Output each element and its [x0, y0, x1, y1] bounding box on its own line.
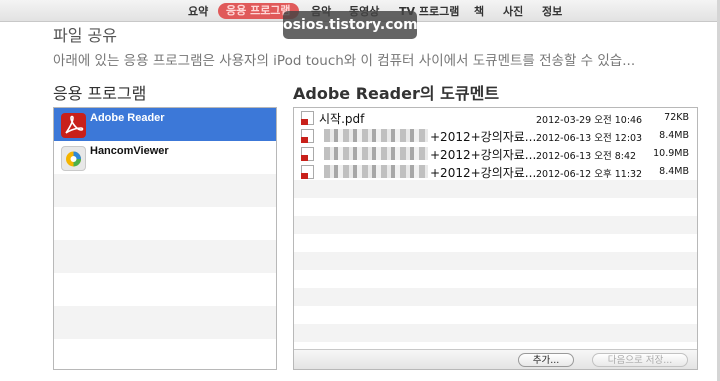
pdf-file-icon: [301, 111, 314, 125]
apps-heading: 응용 프로그램: [53, 84, 147, 103]
app-item-adobe-reader[interactable]: Adobe Reader: [54, 108, 276, 141]
documents-toolbar: 추가... 다음으로 저장...: [294, 349, 697, 369]
pdf-file-icon: [301, 147, 314, 161]
empty-row: [294, 252, 697, 270]
tab-photos[interactable]: 사진: [503, 4, 523, 19]
tab-books[interactable]: 책: [474, 4, 484, 19]
pdf-file-icon: [301, 165, 314, 179]
save-to-button[interactable]: 다음으로 저장...: [592, 353, 688, 367]
document-date: 2012-06-13 오전 8:42: [536, 151, 637, 162]
document-date: 2012-06-13 오전 12:03: [536, 133, 643, 144]
redacted-filename: [324, 165, 428, 178]
tab-info[interactable]: 정보: [542, 4, 562, 19]
document-name: 시작.pdf: [319, 112, 365, 126]
adobe-reader-icon: [61, 113, 86, 138]
empty-row: [54, 207, 276, 240]
document-size: 8.4MB: [659, 166, 689, 177]
document-size: 10.9MB: [653, 148, 689, 159]
empty-row: [294, 306, 697, 324]
documents-list: 시작.pdf 2012-03-29 오전 10:46 72KB +2012+강의…: [293, 107, 698, 370]
empty-row: [294, 198, 697, 216]
app-item-hancom-viewer[interactable]: HancomViewer: [54, 141, 276, 174]
watermark: osios.tistory.com: [283, 11, 418, 39]
pdf-file-icon: [301, 129, 314, 143]
redacted-filename: [324, 147, 428, 160]
description-text: 아래에 있는 응용 프로그램은 사용자의 iPod touch와 이 컴퓨터 사…: [53, 53, 636, 69]
apps-list: Adobe Reader HancomViewer: [53, 107, 277, 370]
document-date: 2012-06-12 오후 11:32: [536, 169, 643, 180]
document-name: +2012+강의자료...: [430, 166, 537, 180]
empty-row: [54, 339, 276, 369]
app-name: Adobe Reader: [90, 112, 165, 124]
empty-row: [294, 234, 697, 252]
empty-row: [294, 288, 697, 306]
page-title: 파일 공유: [53, 26, 117, 45]
add-button[interactable]: 추가...: [518, 353, 574, 367]
document-row[interactable]: +2012+강의자료... 2012-06-13 오전 8:42 10.9MB: [294, 145, 697, 162]
empty-row: [54, 240, 276, 273]
empty-row: [54, 273, 276, 306]
empty-row: [294, 270, 697, 288]
tab-summary[interactable]: 요약: [188, 4, 208, 19]
document-name: +2012+강의자료...: [430, 130, 537, 144]
hancom-viewer-icon: [61, 146, 86, 171]
empty-row: [294, 216, 697, 234]
documents-heading: Adobe Reader의 도큐멘트: [293, 84, 500, 103]
app-name: HancomViewer: [90, 145, 169, 157]
empty-row: [294, 180, 697, 198]
redacted-filename: [324, 129, 428, 142]
document-row[interactable]: +2012+강의자료... 2012-06-13 오전 12:03 8.4MB: [294, 127, 697, 144]
empty-row: [294, 324, 697, 342]
document-date: 2012-03-29 오전 10:46: [536, 115, 643, 126]
empty-row: [54, 174, 276, 207]
document-row[interactable]: 시작.pdf 2012-03-29 오전 10:46 72KB: [294, 109, 697, 126]
empty-row: [54, 306, 276, 339]
document-name: +2012+강의자료...: [430, 148, 537, 162]
document-size: 8.4MB: [659, 130, 689, 141]
document-row[interactable]: +2012+강의자료... 2012-06-12 오후 11:32 8.4MB: [294, 163, 697, 180]
document-size: 72KB: [664, 112, 689, 123]
